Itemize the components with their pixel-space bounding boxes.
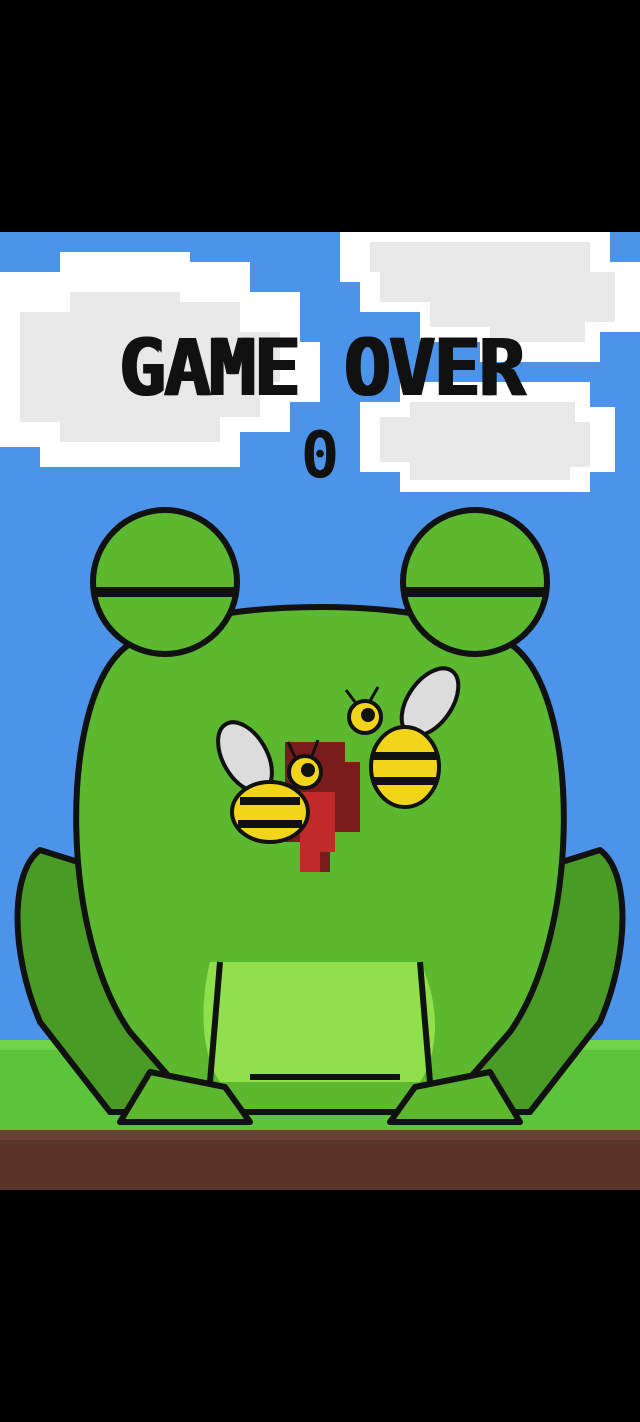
letterbox-bottom [0,1190,640,1422]
score-value: 0 [300,419,340,493]
hud: GAME OVER 0 [0,232,640,532]
letterbox-top [0,0,640,232]
game-over-title: GAME OVER [117,324,525,414]
game-stage[interactable]: GAME OVER 0 [0,232,640,1190]
